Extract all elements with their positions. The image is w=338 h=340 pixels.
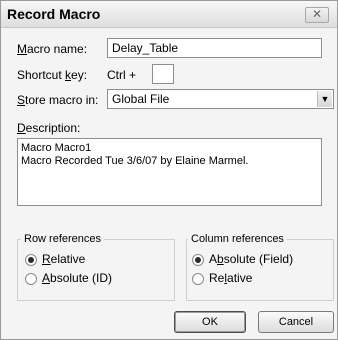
dialog-title: Record Macro: [7, 6, 101, 22]
chevron-down-icon[interactable]: ▼: [317, 91, 332, 107]
description-line-1: Macro Macro1: [21, 142, 92, 154]
column-absolute-radio[interactable]: [192, 254, 204, 266]
row-relative-radio[interactable]: [25, 254, 37, 266]
column-references-group: [186, 239, 334, 301]
row-absolute-radio[interactable]: [25, 273, 37, 285]
description-textarea[interactable]: Macro Macro1 Macro Recorded Tue 3/6/07 b…: [17, 138, 322, 206]
description-line-2: Macro Recorded Tue 3/6/07 by Elaine Marm…: [21, 155, 249, 167]
row-references-title: Row references: [21, 233, 105, 245]
description-label: Description:: [17, 121, 81, 135]
column-relative-radio[interactable]: [192, 273, 204, 285]
close-button[interactable]: ✕: [305, 7, 329, 23]
macro-name-input[interactable]: Delay_Table: [107, 38, 322, 58]
row-references-group: [17, 239, 175, 301]
shortcut-key-input[interactable]: [152, 64, 174, 84]
ok-button[interactable]: OK: [174, 311, 246, 333]
record-macro-dialog: Record Macro ✕ Macro name: Delay_Table S…: [0, 0, 338, 340]
macro-name-label: Macro name:: [17, 42, 88, 56]
column-relative-label[interactable]: Relative: [209, 271, 252, 285]
store-macro-value: Global File: [112, 92, 170, 106]
store-macro-select[interactable]: Global File ▼: [107, 89, 334, 109]
shortcut-ctrl-prefix: Ctrl +: [107, 68, 137, 82]
cancel-button[interactable]: Cancel: [258, 311, 334, 333]
row-absolute-label[interactable]: Absolute (ID): [42, 271, 112, 285]
column-absolute-label[interactable]: Absolute (Field): [209, 252, 293, 266]
column-references-title: Column references: [188, 233, 287, 245]
title-bar: Record Macro ✕: [1, 1, 337, 28]
shortcut-key-label: Shortcut key:: [17, 68, 88, 82]
row-relative-label[interactable]: Relative: [42, 252, 85, 266]
close-icon: ✕: [311, 7, 323, 21]
store-macro-label: Store macro in:: [17, 93, 99, 107]
